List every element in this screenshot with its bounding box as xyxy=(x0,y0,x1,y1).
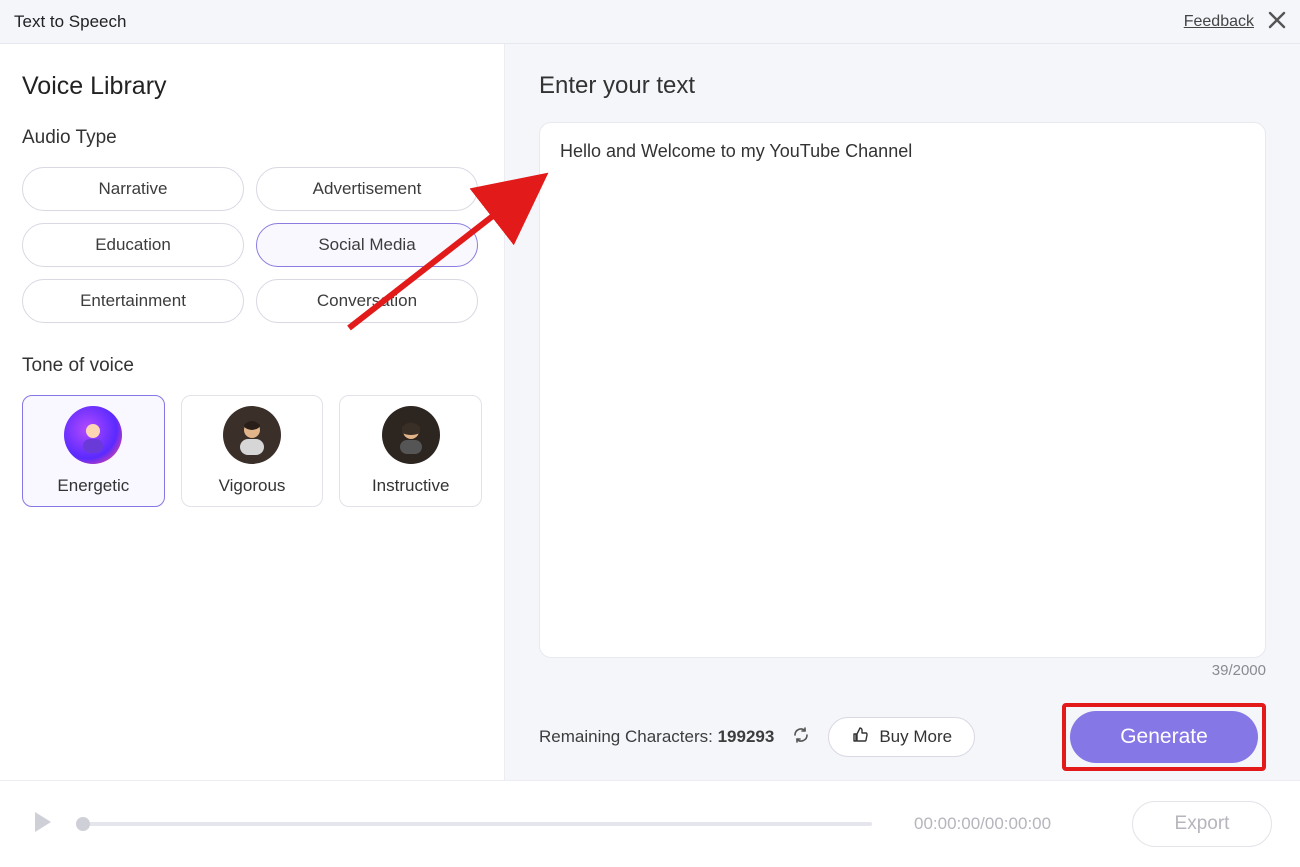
tone-of-voice-label: Tone of voice xyxy=(22,355,482,377)
progress-thumb[interactable] xyxy=(76,817,90,831)
timestamp: 00:00:00/00:00:00 xyxy=(914,814,1051,834)
audio-type-advertisement[interactable]: Advertisement xyxy=(256,167,478,211)
close-icon[interactable] xyxy=(1268,11,1286,33)
avatar-icon xyxy=(382,406,440,464)
editor-heading: Enter your text xyxy=(539,72,1266,100)
avatar-icon xyxy=(223,406,281,464)
thumbs-up-icon xyxy=(851,726,869,749)
editor-panel: Enter your text 39/2000 Remaining Charac… xyxy=(505,44,1300,780)
audio-type-conversation[interactable]: Conversation xyxy=(256,279,478,323)
audio-type-grid: Narrative Advertisement Education Social… xyxy=(22,167,482,323)
voice-grid: Energetic Vigorous Instructive xyxy=(22,395,482,507)
audio-type-entertainment[interactable]: Entertainment xyxy=(22,279,244,323)
app-title: Text to Speech xyxy=(14,12,126,32)
text-input[interactable] xyxy=(539,122,1266,658)
generate-button[interactable]: Generate xyxy=(1070,711,1258,763)
buy-more-button[interactable]: Buy More xyxy=(828,717,975,757)
audio-type-social-media[interactable]: Social Media xyxy=(256,223,478,267)
player-bar: 00:00:00/00:00:00 Export xyxy=(0,780,1300,867)
feedback-link[interactable]: Feedback xyxy=(1184,13,1254,31)
main: Voice Library Audio Type Narrative Adver… xyxy=(0,44,1300,780)
header: Text to Speech Feedback xyxy=(0,0,1300,44)
voice-instructive[interactable]: Instructive xyxy=(339,395,482,507)
remaining-label-text: Remaining Characters: xyxy=(539,727,713,746)
export-button[interactable]: Export xyxy=(1132,801,1272,847)
sidebar-title: Voice Library xyxy=(22,72,482,101)
voice-name: Vigorous xyxy=(219,476,286,496)
voice-energetic[interactable]: Energetic xyxy=(22,395,165,507)
generate-highlight: Generate xyxy=(1062,703,1266,771)
char-count: 39/2000 xyxy=(539,662,1266,679)
remaining-value: 199293 xyxy=(718,727,775,746)
voice-name: Instructive xyxy=(372,476,449,496)
avatar-icon xyxy=(64,406,122,464)
progress-track[interactable] xyxy=(78,822,872,826)
voice-library-panel: Voice Library Audio Type Narrative Adver… xyxy=(0,44,505,780)
audio-type-label: Audio Type xyxy=(22,127,482,149)
audio-type-education[interactable]: Education xyxy=(22,223,244,267)
voice-vigorous[interactable]: Vigorous xyxy=(181,395,324,507)
header-actions: Feedback xyxy=(1184,11,1286,33)
play-icon[interactable] xyxy=(28,808,56,841)
editor-footer: Remaining Characters: 199293 Buy More Ge… xyxy=(539,703,1266,771)
voice-name: Energetic xyxy=(57,476,129,496)
buy-more-label: Buy More xyxy=(879,727,952,747)
remaining-label: Remaining Characters: 199293 xyxy=(539,727,774,747)
audio-type-narrative[interactable]: Narrative xyxy=(22,167,244,211)
refresh-icon[interactable] xyxy=(792,726,810,749)
